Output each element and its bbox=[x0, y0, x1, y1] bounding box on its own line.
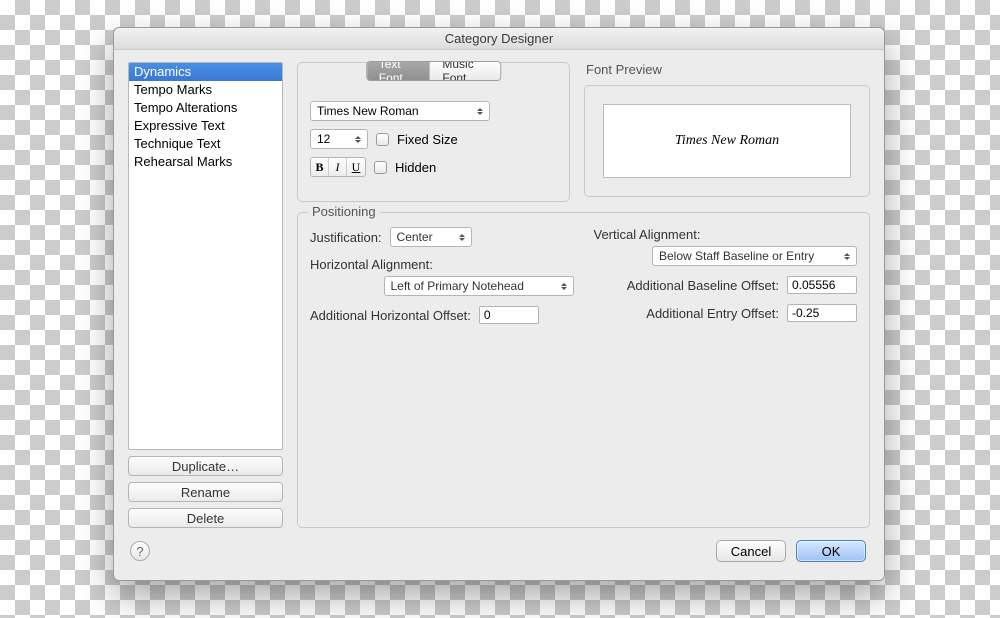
justification-value: Center bbox=[397, 230, 433, 244]
positioning-left-col: Justification: Center Horizontal Alignme… bbox=[310, 227, 574, 334]
font-size-popup[interactable]: 12 bbox=[310, 129, 368, 149]
delete-button[interactable]: Delete bbox=[128, 508, 283, 528]
font-family-popup[interactable]: Times New Roman bbox=[310, 101, 490, 121]
justification-label: Justification: bbox=[310, 230, 382, 245]
horizontal-alignment-value: Left of Primary Notehead bbox=[391, 279, 524, 293]
main-area: Dynamics Tempo Marks Tempo Alterations E… bbox=[128, 62, 870, 528]
fixed-size-label: Fixed Size bbox=[397, 132, 458, 147]
vertical-alignment-popup[interactable]: Below Staff Baseline or Entry bbox=[652, 246, 857, 266]
category-item-label: Expressive Text bbox=[134, 118, 225, 133]
tab-label: Text Font bbox=[379, 61, 418, 81]
popup-caret-icon bbox=[352, 130, 364, 148]
category-item[interactable]: Rehearsal Marks bbox=[129, 153, 282, 171]
font-preview-text: Times New Roman bbox=[603, 104, 851, 178]
positioning-panel: Positioning Justification: Center bbox=[297, 212, 870, 528]
dialog-window: Category Designer Dynamics Tempo Marks T… bbox=[113, 27, 885, 581]
font-family-value: Times New Roman bbox=[317, 104, 419, 118]
right-column: Text Font Music Font Times New Roman 12 bbox=[297, 62, 870, 528]
popup-caret-icon bbox=[558, 277, 570, 295]
category-item-label: Dynamics bbox=[134, 64, 191, 79]
category-sidebar: Dynamics Tempo Marks Tempo Alterations E… bbox=[128, 62, 283, 528]
tab-label: Music Font bbox=[442, 61, 488, 81]
ok-button[interactable]: OK bbox=[796, 540, 866, 562]
horizontal-offset-label: Additional Horizontal Offset: bbox=[310, 308, 471, 323]
baseline-offset-label: Additional Baseline Offset: bbox=[627, 278, 779, 293]
horizontal-alignment-popup[interactable]: Left of Primary Notehead bbox=[384, 276, 574, 296]
dialog-footer: ? Cancel OK bbox=[128, 528, 870, 570]
font-tabs: Text Font Music Font bbox=[366, 61, 502, 81]
baseline-offset-input[interactable] bbox=[787, 276, 857, 294]
category-item-label: Rehearsal Marks bbox=[134, 154, 232, 169]
duplicate-button[interactable]: Duplicate… bbox=[128, 456, 283, 476]
justification-popup[interactable]: Center bbox=[390, 227, 472, 247]
underline-toggle[interactable]: U bbox=[347, 158, 365, 176]
positioning-columns: Justification: Center Horizontal Alignme… bbox=[310, 227, 857, 334]
vertical-alignment-value: Below Staff Baseline or Entry bbox=[659, 249, 814, 263]
tab-music-font[interactable]: Music Font bbox=[430, 62, 500, 80]
font-preview-label: Font Preview bbox=[584, 62, 870, 77]
font-preview-box: Times New Roman bbox=[584, 85, 870, 197]
font-size-value: 12 bbox=[317, 132, 330, 146]
positioning-label: Positioning bbox=[308, 204, 380, 219]
cancel-button[interactable]: Cancel bbox=[716, 540, 786, 562]
window-titlebar: Category Designer bbox=[114, 28, 884, 50]
entry-offset-input[interactable] bbox=[787, 304, 857, 322]
window-title: Category Designer bbox=[445, 31, 553, 46]
tab-text-font[interactable]: Text Font bbox=[367, 62, 431, 80]
style-toggle-group: B I U bbox=[310, 157, 366, 177]
italic-toggle[interactable]: I bbox=[329, 158, 347, 176]
category-item-label: Technique Text bbox=[134, 136, 221, 151]
rename-button[interactable]: Rename bbox=[128, 482, 283, 502]
popup-caret-icon bbox=[456, 228, 468, 246]
category-item[interactable]: Tempo Alterations bbox=[129, 99, 282, 117]
popup-caret-icon bbox=[474, 102, 486, 120]
bold-toggle[interactable]: B bbox=[311, 158, 329, 176]
hidden-checkbox[interactable] bbox=[374, 161, 387, 174]
horizontal-alignment-label: Horizontal Alignment: bbox=[310, 257, 433, 272]
category-item[interactable]: Technique Text bbox=[129, 135, 282, 153]
category-list[interactable]: Dynamics Tempo Marks Tempo Alterations E… bbox=[128, 62, 283, 450]
vertical-alignment-label: Vertical Alignment: bbox=[594, 227, 701, 242]
font-preview-panel: Font Preview Times New Roman bbox=[584, 62, 870, 202]
font-panel: Text Font Music Font Times New Roman 12 bbox=[297, 62, 570, 202]
entry-offset-label: Additional Entry Offset: bbox=[646, 306, 779, 321]
horizontal-offset-input[interactable] bbox=[479, 306, 539, 324]
dialog-body: Dynamics Tempo Marks Tempo Alterations E… bbox=[114, 50, 884, 580]
category-item-label: Tempo Alterations bbox=[134, 100, 237, 115]
popup-caret-icon bbox=[841, 247, 853, 265]
category-item[interactable]: Expressive Text bbox=[129, 117, 282, 135]
help-button[interactable]: ? bbox=[130, 541, 150, 561]
top-row: Text Font Music Font Times New Roman 12 bbox=[297, 62, 870, 202]
positioning-right-col: Vertical Alignment: Below Staff Baseline… bbox=[594, 227, 858, 334]
category-item-label: Tempo Marks bbox=[134, 82, 212, 97]
category-item[interactable]: Tempo Marks bbox=[129, 81, 282, 99]
category-item[interactable]: Dynamics bbox=[129, 63, 282, 81]
fixed-size-checkbox[interactable] bbox=[376, 133, 389, 146]
hidden-label: Hidden bbox=[395, 160, 436, 175]
